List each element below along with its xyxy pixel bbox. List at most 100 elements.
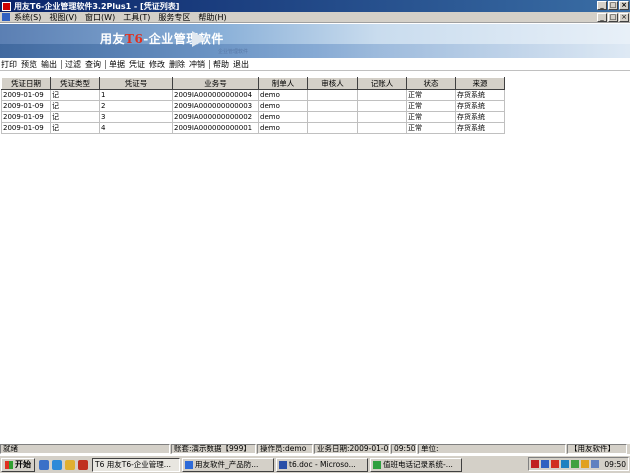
cell-date: 2009-01-09 [1,89,51,101]
cell-bizno: 2009IA000000000003 [172,100,259,112]
cell-bookkeeper [357,89,407,101]
tray-ime-icon[interactable] [551,460,560,468]
status-ready: 就绪 [0,444,170,454]
tray-app-icon[interactable] [531,460,540,468]
cell-bookkeeper [357,122,407,134]
cell-date: 2009-01-09 [1,122,51,134]
menu-window[interactable]: 窗口(W) [85,12,115,23]
window-titlebar[interactable]: 用友T6-企业管理软件3.2Plus1 - [凭证列表] _ □ × [0,0,630,12]
minimize-button[interactable]: _ [597,1,607,10]
edit-button[interactable]: 修改 [149,59,165,70]
task-phone-log[interactable]: 值班电话记录系统-... [370,457,462,472]
column-header[interactable]: 凭证日期 [1,77,51,90]
reverse-button[interactable]: 冲销 [189,59,205,70]
cell-source: 存货系统 [455,100,505,112]
delete-button[interactable]: 删除 [169,59,185,70]
task-word[interactable]: t6.doc - Microso... [276,457,368,472]
cell-status: 正常 [406,100,456,112]
query-button[interactable]: 查询 [85,59,101,70]
cell-maker: demo [258,111,308,123]
taskbar: 开始 T6 用友T6-企业管理... 用友软件_产品防... t6.doc - … [0,455,630,473]
cell-auditor [307,122,358,134]
column-header[interactable]: 制单人 [258,77,308,90]
cell-number: 3 [99,111,173,123]
column-header[interactable]: 状态 [406,77,456,90]
child-restore-button[interactable]: □ [608,13,618,22]
cell-auditor [307,100,358,112]
tray-display-icon[interactable] [591,460,600,468]
cell-status: 正常 [406,122,456,134]
tray-volume-icon[interactable] [581,460,590,468]
quick-launch [39,459,88,470]
column-header[interactable]: 记账人 [357,77,407,90]
desktop-icon[interactable] [39,459,49,470]
voucher-button[interactable]: 凭证 [129,59,145,70]
child-close-button[interactable]: × [619,13,629,22]
cell-maker: demo [258,89,308,101]
export-button[interactable]: 输出 [41,59,57,70]
qq-icon[interactable] [78,459,88,470]
cell-type: 记 [50,89,100,101]
column-header[interactable]: 审核人 [307,77,358,90]
status-operator: 操作员:demo [257,444,313,454]
cell-status: 正常 [406,111,456,123]
print-button[interactable]: 打印 [1,59,17,70]
tray-network-icon[interactable] [541,460,550,468]
close-button[interactable]: × [619,1,629,10]
doc-icon[interactable] [2,13,10,21]
table-row[interactable]: 2009-01-09 记 3 2009IA000000000002 demo 正… [1,111,505,123]
menu-help[interactable]: 帮助(H) [198,12,226,23]
toolbar: 打印 预览 输出 过滤 查询 单据 凭证 修改 删除 冲销 帮助 退出 [0,58,630,71]
system-tray: 09:50 [528,457,629,471]
start-button[interactable]: 开始 [1,457,35,472]
cell-date: 2009-01-09 [1,100,51,112]
cell-number: 1 [99,89,173,101]
child-minimize-button[interactable]: _ [597,13,607,22]
help-button[interactable]: 帮助 [213,59,229,70]
cell-source: 存货系统 [455,122,505,134]
cell-auditor [307,111,358,123]
browser-icon [185,460,193,469]
document-button[interactable]: 单据 [109,59,125,70]
voucher-list-table: 凭证日期 凭证类型 凭证号 业务号 制单人 审核人 记账人 状态 来源 2009… [1,77,505,134]
menu-service[interactable]: 服务专区 [158,12,190,23]
cell-source: 存货系统 [455,89,505,101]
status-brand: 【用友软件】 [567,444,627,454]
toolbar-separator [61,59,62,69]
cell-auditor [307,89,358,101]
cell-status: 正常 [406,89,456,101]
cell-bizno: 2009IA000000000002 [172,111,259,123]
taskbar-clock[interactable]: 09:50 [604,460,626,469]
column-header[interactable]: 凭证类型 [50,77,100,90]
menu-view[interactable]: 视图(V) [49,12,77,23]
ie-icon[interactable] [52,459,62,470]
maximize-button[interactable]: □ [608,1,618,10]
media-icon[interactable] [65,459,75,470]
table-row[interactable]: 2009-01-09 记 2 2009IA000000000003 demo 正… [1,100,505,112]
cell-type: 记 [50,100,100,112]
status-bar: 就绪 账套:演示数据【999】 操作员:demo 业务日期:2009-01-09… [0,443,630,454]
exit-button[interactable]: 退出 [233,59,249,70]
table-row[interactable]: 2009-01-09 记 4 2009IA000000000001 demo 正… [1,122,505,134]
column-header[interactable]: 业务号 [172,77,259,90]
preview-button[interactable]: 预览 [21,59,37,70]
menu-tools[interactable]: 工具(T) [123,12,150,23]
product-banner: 用友T6-企业管理软件 企业管理软件 [0,24,630,58]
window-title: 用友T6-企业管理软件3.2Plus1 - [凭证列表] [14,1,180,11]
windows-logo-icon [5,460,13,469]
menu-system[interactable]: 系统(S) [14,12,41,23]
cell-date: 2009-01-09 [1,111,51,123]
cell-number: 2 [99,100,173,112]
tray-antivirus-icon[interactable] [571,460,580,468]
banner-band [0,44,630,58]
tray-chat-icon[interactable] [561,460,570,468]
banner-subtitle: 企业管理软件 [218,49,249,55]
column-header[interactable]: 凭证号 [99,77,173,90]
toolbar-separator [105,59,106,69]
toolbar-separator [209,59,210,69]
table-row[interactable]: 2009-01-09 记 1 2009IA000000000004 demo 正… [1,89,505,101]
column-header[interactable]: 来源 [455,77,505,90]
task-yonyou-web[interactable]: 用友软件_产品防... [182,457,274,472]
task-t6[interactable]: T6 用友T6-企业管理... [92,457,180,472]
filter-button[interactable]: 过滤 [65,59,81,70]
